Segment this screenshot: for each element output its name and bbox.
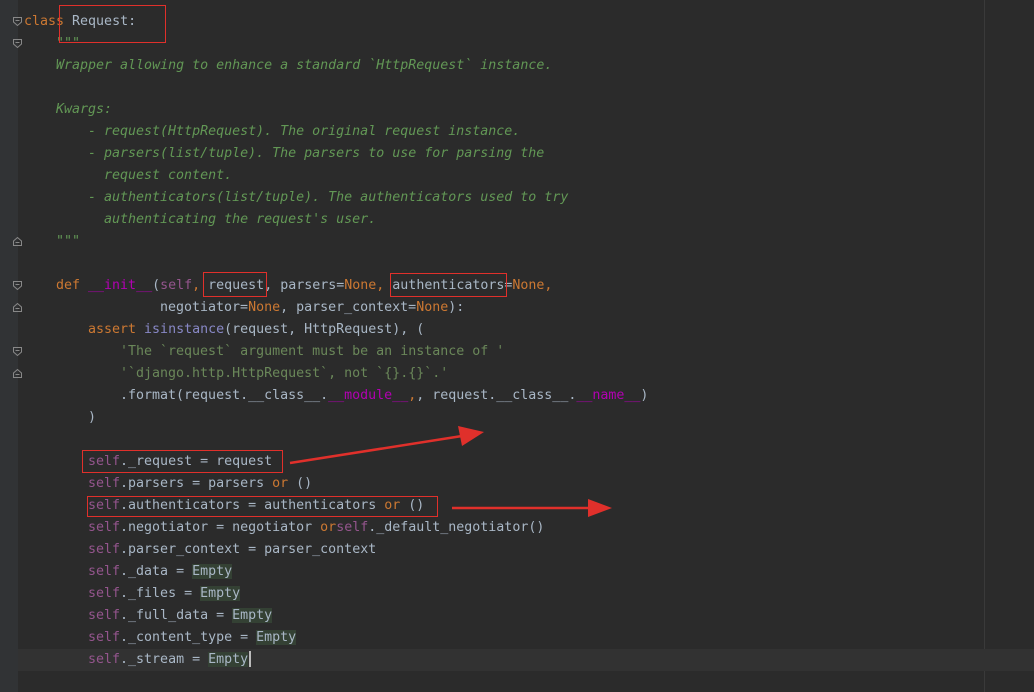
- arrow-to-note-1: [289, 426, 484, 465]
- arrow-to-note-2: [452, 499, 612, 517]
- annotation-arrows: [289, 426, 612, 517]
